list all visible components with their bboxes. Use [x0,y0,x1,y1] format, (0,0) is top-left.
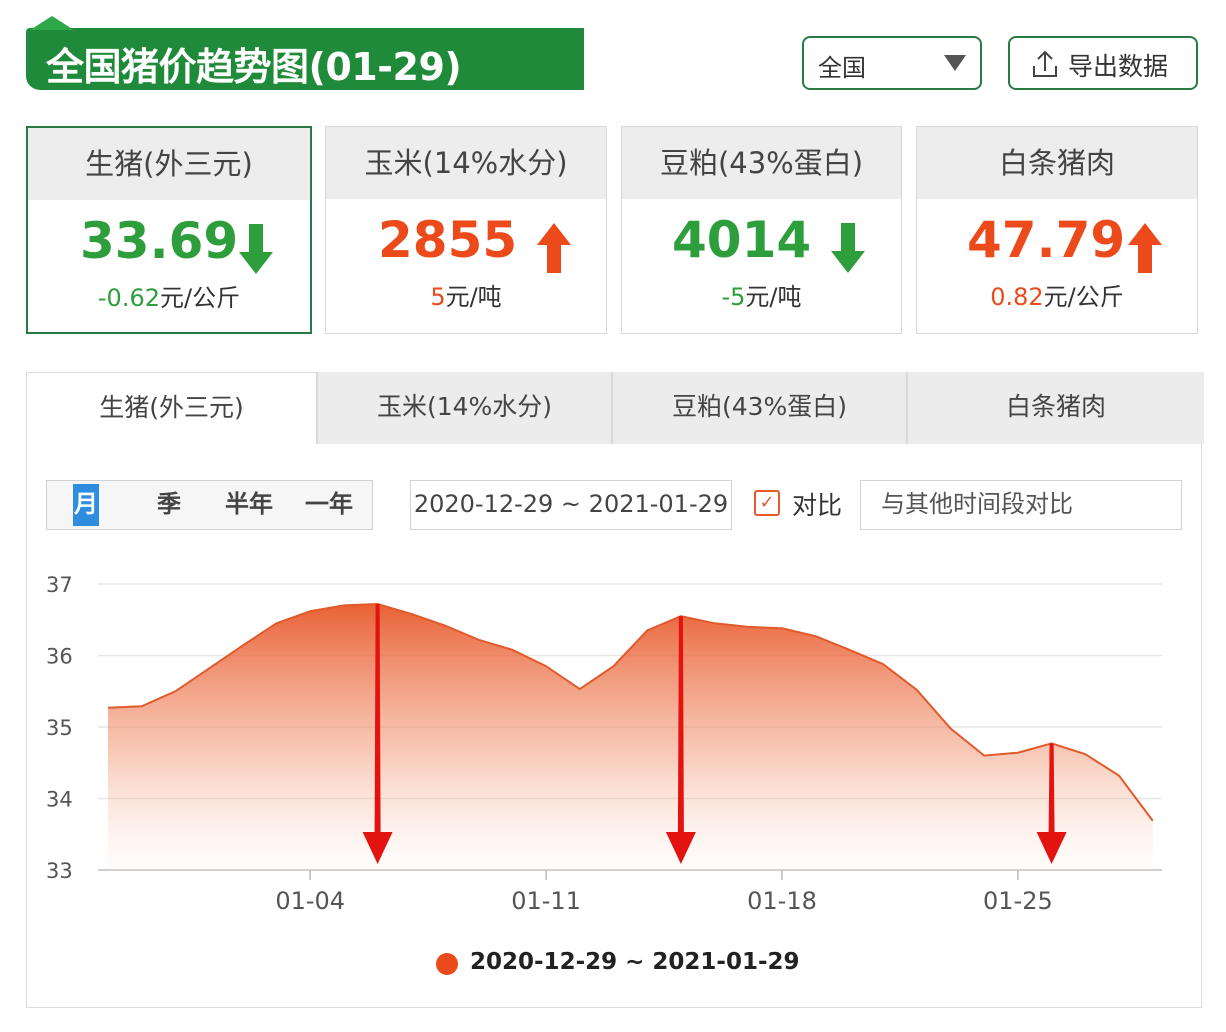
y-tick-label: 37 [46,573,73,597]
x-tick-label: 01-25 [983,887,1053,915]
legend-dot [436,953,458,975]
y-tick-label: 35 [46,716,73,740]
series-area [108,604,1153,870]
y-tick-label: 34 [46,788,73,812]
x-tick-label: 01-18 [747,887,817,915]
price-trend-chart: 33 34 35 36 37 01-04 01-11 01-18 01-25 [46,573,1162,915]
y-tick-label: 36 [46,645,73,669]
x-tick-label: 01-11 [511,887,581,915]
y-tick-label: 33 [46,859,73,883]
legend-label: 2020-12-29 ~ 2021-01-29 [470,949,800,975]
x-tick-label: 01-04 [275,887,345,915]
